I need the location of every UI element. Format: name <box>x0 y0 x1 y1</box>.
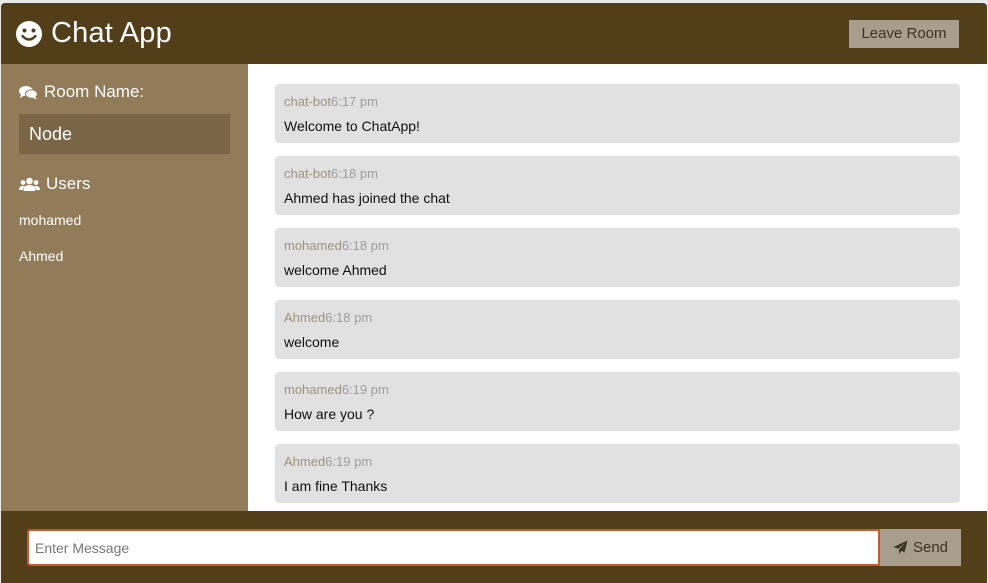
message-list[interactable]: chat-bot6:17 pm Welcome to ChatApp! chat… <box>248 64 987 511</box>
message-text: I am fine Thanks <box>284 478 388 494</box>
message-time: 6:19 pm <box>325 454 373 469</box>
message-time: 6:19 pm <box>341 382 389 397</box>
smile-icon <box>16 20 42 47</box>
message-author: Ahmed <box>284 454 326 469</box>
message-author: mohamed <box>284 382 342 397</box>
message-text: Welcome to ChatApp! <box>284 118 420 134</box>
chat-app: Chat App Leave Room Room Name: Node User… <box>1 3 987 583</box>
message-time: 6:18 pm <box>330 166 378 181</box>
brand: Chat App <box>15 17 172 50</box>
message-meta: mohamed6:19 pm <box>284 382 951 397</box>
user-list: mohamed Ahmed <box>19 212 230 284</box>
message-time: 6:18 pm <box>325 310 373 325</box>
send-label: Send <box>912 539 949 556</box>
header: Chat App Leave Room <box>1 3 987 64</box>
room-name: Node <box>19 114 230 154</box>
send-button[interactable]: Send <box>880 529 961 566</box>
message-meta: Ahmed6:18 pm <box>284 310 951 325</box>
message-text: Ahmed has joined the chat <box>284 190 450 206</box>
app-title: Chat App <box>51 17 172 49</box>
room-heading: Room Name: <box>19 82 230 102</box>
users-icon <box>19 177 40 191</box>
paper-plane-icon <box>893 540 908 554</box>
message-author: Ahmed <box>284 310 326 325</box>
message: Ahmed6:18 pm welcome <box>275 300 960 359</box>
leave-room-button[interactable]: Leave Room <box>849 19 959 48</box>
message: Ahmed6:19 pm I am fine Thanks <box>275 444 960 503</box>
composer: Send <box>1 511 987 583</box>
message-author: chat-bot <box>284 166 331 181</box>
message-meta: Ahmed6:19 pm <box>284 454 951 469</box>
message-text: welcome Ahmed <box>284 262 387 278</box>
users-heading: Users <box>19 174 230 194</box>
message: chat-bot6:17 pm Welcome to ChatApp! <box>275 84 960 143</box>
message-meta: mohamed6:18 pm <box>284 238 951 253</box>
comments-icon <box>19 85 38 99</box>
room-heading-label: Room Name: <box>44 82 145 101</box>
message-author: chat-bot <box>284 94 331 109</box>
message-author: mohamed <box>284 238 342 253</box>
message: mohamed6:18 pm welcome Ahmed <box>275 228 960 287</box>
users-heading-label: Users <box>46 174 91 193</box>
message: chat-bot6:18 pm Ahmed has joined the cha… <box>275 156 960 215</box>
message-meta: chat-bot6:17 pm <box>284 94 951 109</box>
user-item: Ahmed <box>19 248 64 264</box>
message: mohamed6:19 pm How are you ? <box>275 372 960 431</box>
message-time: 6:17 pm <box>330 94 378 109</box>
message-meta: chat-bot6:18 pm <box>284 166 951 181</box>
user-item: mohamed <box>19 212 82 228</box>
message-text: welcome <box>284 334 340 350</box>
message-time: 6:18 pm <box>341 238 389 253</box>
sidebar: Room Name: Node Users mohamed Ahmed <box>1 64 248 511</box>
message-input[interactable] <box>27 529 880 566</box>
message-text: How are you ? <box>284 406 375 422</box>
